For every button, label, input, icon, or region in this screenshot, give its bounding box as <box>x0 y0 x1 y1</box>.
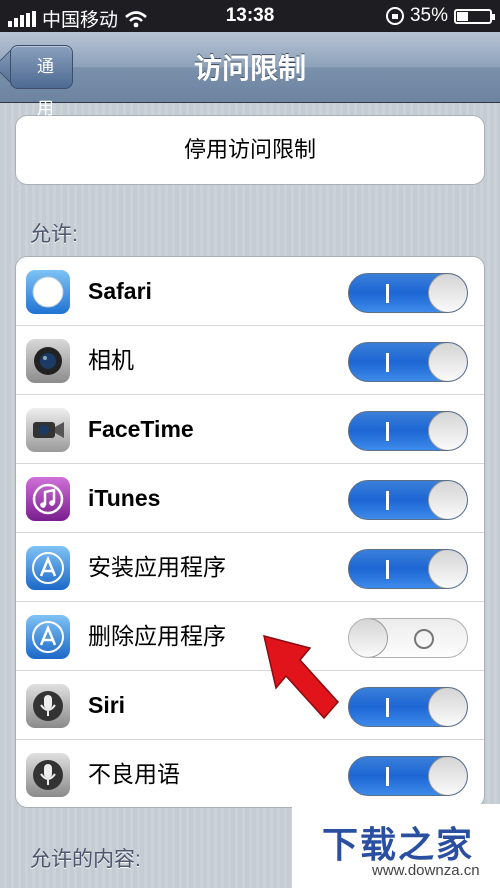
list-item-label: 相机 <box>88 347 134 373</box>
watermark: 下载之家 www.downza.cn <box>292 804 500 888</box>
camera-icon <box>26 339 70 383</box>
list-item-label: iTunes <box>88 485 161 511</box>
navigation-bar: 通用 访问限制 <box>0 32 500 118</box>
list-item-label: Safari <box>88 278 152 304</box>
safari-icon <box>26 270 70 314</box>
list-item: FaceTime <box>16 395 484 464</box>
toggle-switch[interactable] <box>348 411 468 451</box>
list-item: iTunes <box>16 464 484 533</box>
list-item: Siri <box>16 671 484 740</box>
facetime-icon <box>26 408 70 452</box>
toggle-on-mark <box>386 353 389 372</box>
toggle-off-mark <box>414 629 434 649</box>
toggle-knob <box>428 481 467 519</box>
toggle-switch[interactable] <box>348 618 468 658</box>
toggle-knob <box>428 688 467 726</box>
toggle-on-mark <box>386 560 389 579</box>
toggle-knob <box>428 343 467 381</box>
toggle-knob <box>349 619 388 657</box>
red-arrow-annotation <box>262 634 340 720</box>
list-item: 相机 <box>16 326 484 395</box>
status-right: 35% <box>385 5 495 27</box>
battery-percent: 35% <box>409 5 448 26</box>
toggle-switch[interactable] <box>348 480 468 520</box>
section-header-allow: 允许: <box>30 223 78 246</box>
siri-microphone-icon <box>26 753 70 797</box>
list-item-label: Siri <box>88 692 126 718</box>
toggle-switch[interactable] <box>348 687 468 727</box>
app-store-icon <box>26 546 70 590</box>
list-item-label: 删除应用程序 <box>88 623 226 649</box>
list-item: 安装应用程序 <box>16 533 484 602</box>
toggle-on-mark <box>386 284 389 303</box>
toggle-knob <box>428 274 467 312</box>
toggle-on-mark <box>386 698 389 717</box>
toggle-switch[interactable] <box>348 756 468 796</box>
list-item-label: 安装应用程序 <box>88 554 226 580</box>
page-title: 访问限制 <box>193 53 306 84</box>
toggle-on-mark <box>386 767 389 786</box>
toggle-knob <box>428 412 467 450</box>
list-item: Safari <box>16 257 484 326</box>
watermark-title: 下载之家 <box>322 824 475 865</box>
toggle-knob <box>428 550 467 588</box>
battery-fill <box>457 11 469 21</box>
list-item-label: FaceTime <box>88 416 194 442</box>
watermark-url: www.downza.cn <box>372 862 480 879</box>
section-header-allowed-content: 允许的内容: <box>30 848 141 871</box>
rotation-lock-icon <box>385 7 404 25</box>
battery-icon <box>454 8 495 24</box>
list-item-label: 不良用语 <box>88 761 180 787</box>
toggle-switch[interactable] <box>348 273 468 313</box>
toggle-on-mark <box>386 491 389 510</box>
app-store-icon <box>26 615 70 659</box>
toggle-on-mark <box>386 422 389 441</box>
list-item: 不良用语 <box>16 740 484 807</box>
back-button[interactable]: 通用 <box>10 45 73 118</box>
siri-microphone-icon <box>26 684 70 728</box>
toggle-knob <box>428 757 467 795</box>
disable-restrictions-button[interactable]: 停用访问限制 <box>15 115 485 185</box>
status-bar: 中国移动 13:38 35% <box>0 0 500 32</box>
toggle-switch[interactable] <box>348 342 468 382</box>
allow-list: Safari 相机 FaceTime iTunes 安装应用程序 删除应用程序 Siri 不良… <box>15 256 485 808</box>
list-item: 删除应用程序 <box>16 602 484 671</box>
toggle-switch[interactable] <box>348 549 468 589</box>
itunes-icon <box>26 477 70 521</box>
